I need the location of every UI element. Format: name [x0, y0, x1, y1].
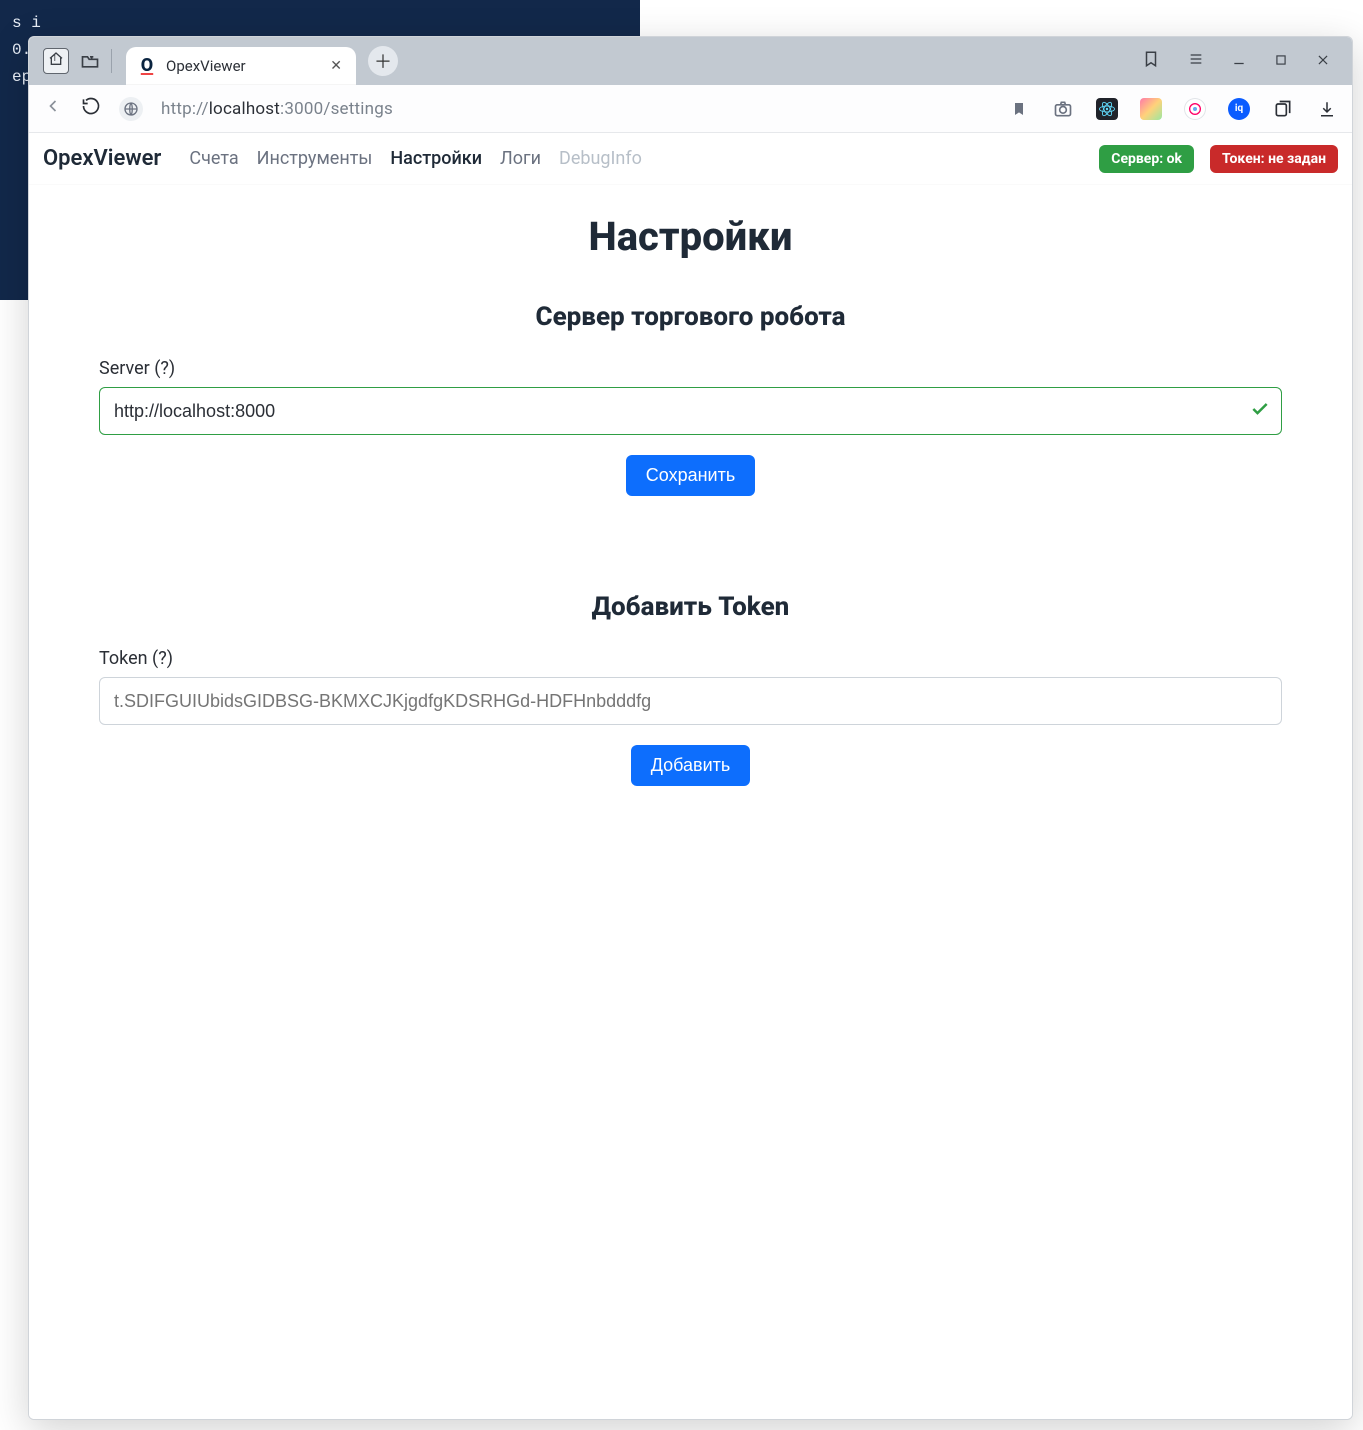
- new-tab-button[interactable]: ＋: [368, 46, 398, 76]
- bookmark-icon[interactable]: [1008, 98, 1030, 120]
- nav-links: Счета Инструменты Настройки Логи DebugIn…: [189, 148, 642, 169]
- download-icon[interactable]: [1316, 98, 1338, 120]
- page-viewport: OpexViewer Счета Инструменты Настройки Л…: [29, 133, 1352, 1419]
- save-server-button[interactable]: Сохранить: [626, 455, 755, 496]
- tabstrip-divider: [111, 49, 112, 73]
- browser-window: 1 O OpexViewer ✕ ＋: [28, 36, 1353, 1420]
- window-controls: [1142, 50, 1344, 72]
- token-section-heading: Добавить Token: [99, 592, 1282, 622]
- folder-open-icon[interactable]: [77, 48, 103, 74]
- nav-link-debug: DebugInfo: [559, 148, 642, 169]
- extension-gradient-icon[interactable]: [1140, 98, 1162, 120]
- tab-title: OpexViewer: [166, 57, 320, 75]
- maximize-icon[interactable]: [1274, 52, 1288, 71]
- close-tab-icon[interactable]: ✕: [330, 58, 342, 74]
- extension-circle-icon[interactable]: [1184, 98, 1206, 120]
- server-field-label: Server (?): [99, 358, 1282, 379]
- add-token-button[interactable]: Добавить: [631, 745, 751, 786]
- home-badge: 1: [52, 54, 57, 64]
- back-icon[interactable]: [43, 96, 63, 121]
- tab-active[interactable]: O OpexViewer ✕: [126, 47, 356, 85]
- server-input-wrap: [99, 387, 1282, 435]
- app-navbar: OpexViewer Счета Инструменты Настройки Л…: [29, 133, 1352, 185]
- menu-icon[interactable]: [1188, 51, 1204, 71]
- server-url-input[interactable]: [99, 387, 1282, 435]
- refresh-icon[interactable]: [81, 96, 101, 121]
- tabstrip-left-icons: 1: [37, 40, 118, 82]
- url-display[interactable]: http://localhost:3000/settings: [161, 99, 393, 119]
- site-identity-icon[interactable]: [119, 97, 143, 121]
- close-window-icon[interactable]: [1316, 52, 1330, 71]
- nav-link-instruments[interactable]: Инструменты: [257, 148, 373, 169]
- status-badges: Сервер: ok Токен: не задан: [1099, 145, 1338, 173]
- token-input[interactable]: [99, 677, 1282, 725]
- app-brand[interactable]: OpexViewer: [43, 146, 161, 171]
- badge-server-ok: Сервер: ok: [1099, 145, 1194, 173]
- url-scheme: http://: [161, 99, 209, 119]
- badge-token-missing: Токен: не задан: [1210, 145, 1338, 173]
- url-host: localhost: [209, 99, 280, 119]
- minimize-icon[interactable]: [1232, 52, 1246, 71]
- page-content: Настройки Сервер торгового робота Server…: [29, 185, 1352, 876]
- page-title: Настройки: [99, 213, 1282, 260]
- check-icon: [1250, 399, 1270, 423]
- favicon-icon: O: [138, 57, 156, 75]
- url-path: :3000/settings: [280, 99, 393, 119]
- extension-iq-label: iq: [1235, 103, 1243, 114]
- token-field-label: Token (?): [99, 648, 1282, 669]
- camera-icon[interactable]: [1052, 98, 1074, 120]
- nav-link-settings[interactable]: Настройки: [390, 148, 482, 169]
- addressbar-right-icons: iq: [1008, 98, 1338, 120]
- nav-link-logs[interactable]: Логи: [500, 148, 541, 169]
- address-bar: http://localhost:3000/settings iq: [29, 85, 1352, 133]
- collections-icon[interactable]: [1272, 98, 1294, 120]
- tab-strip: 1 O OpexViewer ✕ ＋: [29, 37, 1352, 85]
- nav-link-accounts[interactable]: Счета: [189, 148, 238, 169]
- extension-iq-icon[interactable]: iq: [1228, 98, 1250, 120]
- terminal-line: s i: [12, 10, 628, 37]
- bookmark-open-icon[interactable]: [1142, 50, 1160, 72]
- server-section-heading: Сервер торгового робота: [99, 302, 1282, 332]
- home-icon[interactable]: 1: [43, 48, 69, 74]
- token-input-wrap: [99, 677, 1282, 725]
- extension-react-icon[interactable]: [1096, 98, 1118, 120]
